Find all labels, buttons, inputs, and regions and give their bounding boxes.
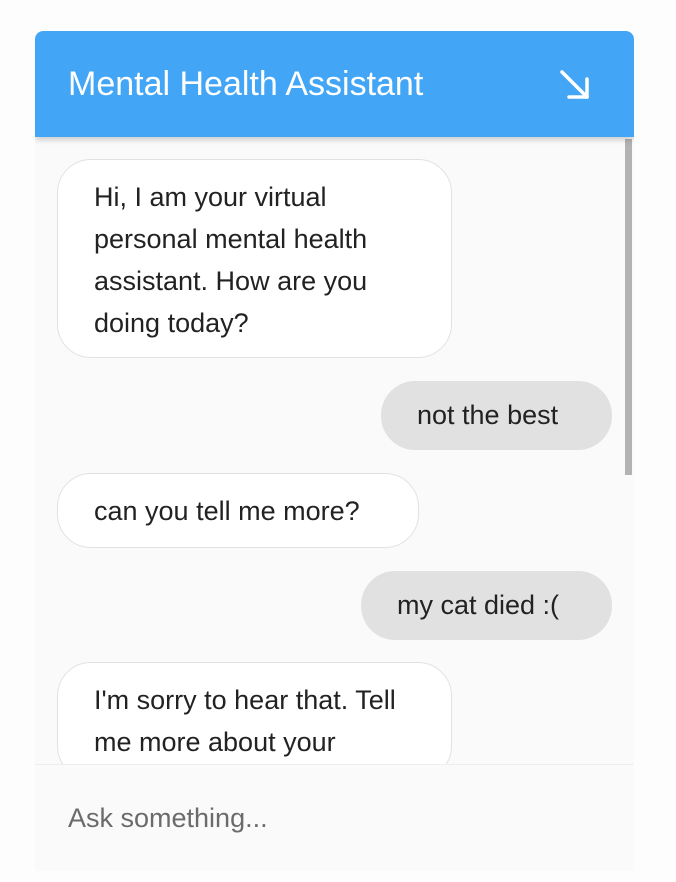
arrow-down-right-icon[interactable] (557, 67, 593, 103)
chat-header: Mental Health Assistant (35, 31, 634, 137)
bot-message: Hi, I am your virtual personal mental he… (57, 159, 452, 358)
chat-title: Mental Health Assistant (68, 65, 424, 103)
user-message: not the best (381, 381, 612, 450)
message-scrollbar[interactable] (624, 137, 634, 764)
scrollbar-thumb[interactable] (625, 139, 632, 475)
message-list[interactable]: Hi, I am your virtual personal mental he… (35, 137, 634, 764)
message-input-bar (35, 764, 634, 871)
user-message: my cat died :( (361, 571, 612, 640)
message-input[interactable] (35, 765, 634, 871)
bot-message: I'm sorry to hear that. Tell me more abo… (57, 662, 452, 764)
chat-widget: Mental Health Assistant Hi, I am your vi… (35, 31, 634, 871)
bot-message: can you tell me more? (57, 473, 419, 548)
